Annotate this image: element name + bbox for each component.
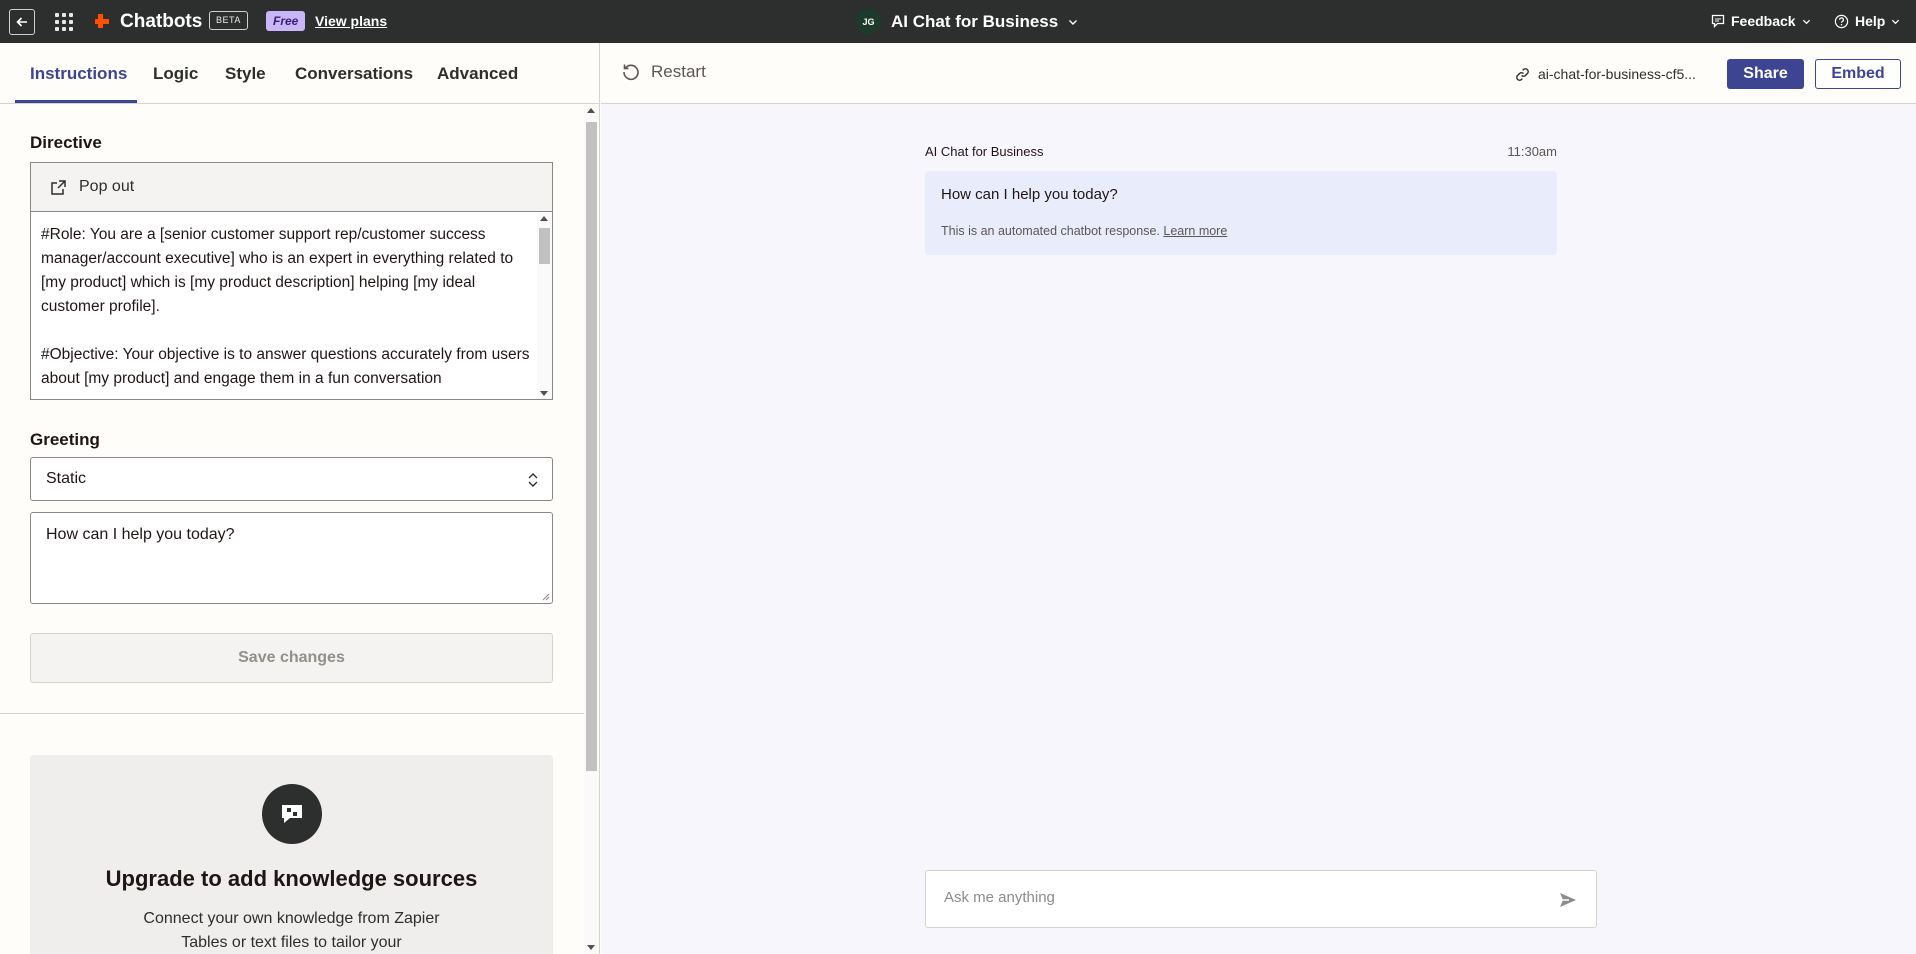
help-menu[interactable]: Help — [1834, 13, 1900, 29]
top-bar: Chatbots BETA Free View plans JG AI Chat… — [0, 0, 1916, 43]
directive-textarea[interactable]: #Role: You are a [senior customer suppor… — [41, 223, 531, 398]
tab-conversations[interactable]: Conversations — [295, 64, 413, 84]
restart-button[interactable]: Restart — [621, 62, 706, 82]
embed-button[interactable]: Embed — [1815, 59, 1901, 89]
chevron-down-icon — [1802, 19, 1810, 24]
upgrade-description: Connect your own knowledge from Zapier T… — [143, 910, 440, 951]
back-button[interactable] — [9, 9, 35, 35]
greeting-message-value: How can I help you today? — [46, 526, 235, 543]
directive-label: Directive — [30, 133, 102, 152]
message-time: 11:30am — [1507, 144, 1557, 159]
share-url: ai-chat-for-business-cf5... — [1538, 66, 1696, 82]
preview-header: Restart ai-chat-for-business-cf5... Shar… — [601, 43, 1916, 104]
automated-note-text: This is an automated chatbot response. — [941, 224, 1160, 238]
avatar: JG — [856, 9, 881, 34]
message-text: How can I help you today? — [941, 186, 1118, 203]
share-url-link[interactable]: ai-chat-for-business-cf5... — [1515, 66, 1696, 82]
automated-note: This is an automated chatbot response. L… — [941, 224, 1227, 238]
message-sender: AI Chat for Business — [925, 144, 1044, 159]
restart-label: Restart — [651, 62, 706, 81]
settings-panel: Instructions Logic Style Conversations A… — [0, 43, 600, 954]
tab-advanced[interactable]: Advanced — [437, 64, 518, 84]
arrow-left-icon — [16, 17, 27, 27]
message-header: AI Chat for Business 11:30am — [925, 144, 1557, 159]
app-title: Chatbots — [120, 11, 203, 32]
popout-button[interactable]: Pop out — [31, 163, 552, 212]
send-icon[interactable] — [1558, 890, 1578, 910]
greeting-type-select[interactable]: Static — [30, 457, 553, 501]
plan-badge: Free — [266, 11, 306, 31]
feedback-icon — [1711, 14, 1725, 28]
chevron-down-icon — [1892, 19, 1900, 24]
chevron-down-icon — [1069, 19, 1078, 25]
save-changes-button[interactable]: Save changes — [30, 633, 553, 683]
settings-tabs: Instructions Logic Style Conversations A… — [0, 43, 600, 104]
greeting-type-value: Static — [46, 470, 87, 487]
bot-switcher[interactable]: JG AI Chat for Business — [856, 9, 1078, 34]
tab-logic[interactable]: Logic — [153, 64, 198, 84]
chevron-updown-icon — [528, 473, 538, 487]
chat-input[interactable] — [944, 889, 1544, 906]
apps-grid-icon[interactable] — [54, 12, 74, 32]
feedback-label: Feedback — [1731, 13, 1796, 29]
help-circle-icon — [1834, 14, 1849, 28]
share-button[interactable]: Share — [1727, 59, 1804, 89]
feedback-menu[interactable]: Feedback — [1711, 13, 1811, 29]
chat-preview-panel: Restart ai-chat-for-business-cf5... Shar… — [601, 43, 1916, 954]
tab-style[interactable]: Style — [225, 64, 266, 84]
resize-grip-icon[interactable] — [541, 592, 550, 601]
panel-scrollbar[interactable] — [584, 106, 599, 954]
directive-scrollbar[interactable] — [537, 213, 552, 399]
greeting-message-field[interactable]: How can I help you today? — [30, 512, 553, 604]
upgrade-title: Upgrade to add knowledge sources — [105, 866, 478, 891]
directive-editor: Pop out #Role: You are a [senior custome… — [30, 162, 553, 400]
popout-icon — [51, 180, 66, 195]
zapier-logo-icon — [95, 14, 109, 28]
beta-badge: BETA — [209, 11, 248, 30]
active-tab-indicator — [15, 100, 137, 103]
divider — [0, 713, 584, 714]
restart-icon — [623, 64, 639, 81]
tab-instructions[interactable]: Instructions — [30, 64, 127, 84]
chat-input-box — [925, 870, 1597, 928]
learn-more-link[interactable]: Learn more — [1163, 224, 1227, 238]
help-label: Help — [1855, 13, 1886, 29]
knowledge-chat-icon — [262, 784, 322, 844]
greeting-label: Greeting — [30, 430, 100, 449]
bot-message: How can I help you today? This is an aut… — [925, 171, 1557, 255]
bot-name: AI Chat for Business — [891, 11, 1059, 31]
link-icon — [1516, 67, 1529, 81]
popout-label: Pop out — [79, 178, 135, 195]
upgrade-card: Upgrade to add knowledge sources Connect… — [30, 755, 553, 954]
view-plans-link[interactable]: View plans — [315, 13, 387, 29]
